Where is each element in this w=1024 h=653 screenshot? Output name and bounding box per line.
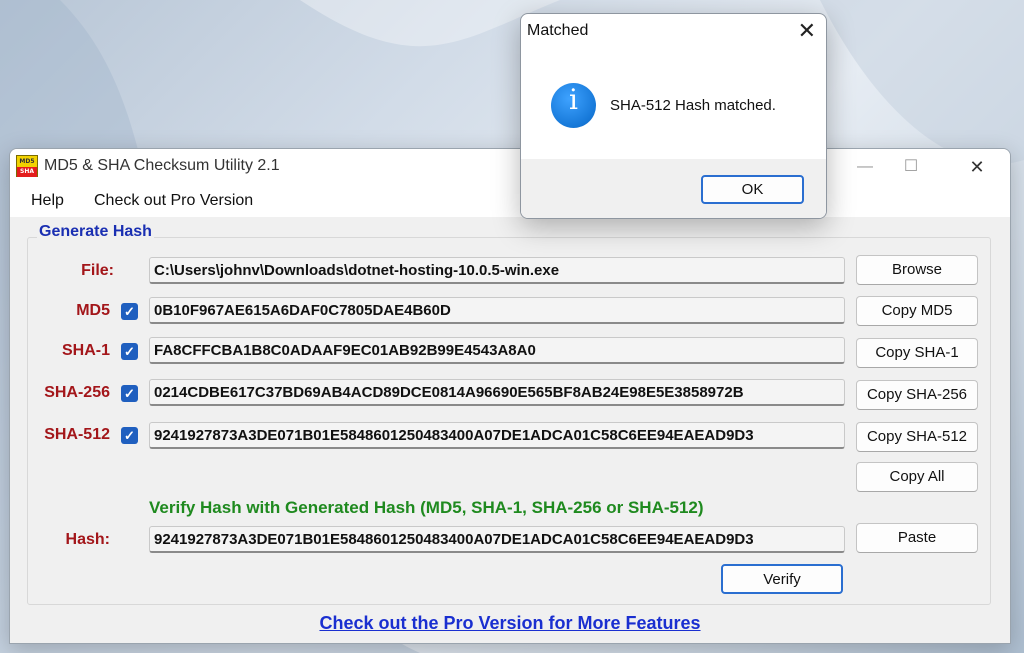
close-window-button[interactable]: ✕ [954, 149, 1000, 185]
sha512-label: SHA-512 [44, 426, 110, 443]
window-title: MD5 & SHA Checksum Utility 2.1 [44, 157, 280, 174]
md5-checkbox[interactable]: ✓ [121, 303, 138, 320]
copy-sha256-button[interactable]: Copy SHA-256 [856, 380, 978, 410]
hash-label: Hash: [65, 531, 110, 548]
copy-all-button[interactable]: Copy All [856, 462, 978, 492]
verify-hash-title: Verify Hash with Generated Hash (MD5, SH… [149, 498, 704, 517]
sha512-hash-field[interactable]: 9241927873A3DE071B01E5848601250483400A07… [149, 422, 845, 449]
copy-md5-button[interactable]: Copy MD5 [856, 296, 978, 326]
sha1-label: SHA-1 [61, 342, 110, 359]
info-icon: i [551, 83, 596, 128]
verify-hash-field[interactable]: 9241927873A3DE071B01E5848601250483400A07… [149, 526, 845, 553]
checksum-utility-window: MD5 SHA MD5 & SHA Checksum Utility 2.1 —… [9, 148, 1011, 644]
generate-hash-title: Generate Hash [37, 223, 154, 241]
title-bar[interactable]: MD5 SHA MD5 & SHA Checksum Utility 2.1 —… [10, 149, 1010, 185]
menu-check-out-pro[interactable]: Check out Pro Version [94, 192, 253, 210]
file-label: File: [81, 262, 114, 279]
sha256-label: SHA-256 [44, 384, 110, 401]
md5-label: MD5 [76, 302, 110, 319]
paste-button[interactable]: Paste [856, 523, 978, 553]
app-icon-sha-text: SHA [17, 167, 37, 177]
maximize-button[interactable]: ☐ [888, 149, 934, 185]
sha1-checkbox[interactable]: ✓ [121, 343, 138, 360]
matched-dialog: Matched ✕ i SHA-512 Hash matched. OK [520, 13, 827, 219]
ok-button[interactable]: OK [701, 175, 804, 204]
sha1-hash-field[interactable]: FA8CFFCBA1B8C0ADAAF9EC01AB92B99E4543A8A0 [149, 337, 845, 364]
browse-button[interactable]: Browse [856, 255, 978, 285]
md5-hash-field[interactable]: 0B10F967AE615A6DAF0C7805DAE4B60D [149, 297, 845, 324]
file-path-field[interactable]: C:\Users\johnv\Downloads\dotnet-hosting-… [149, 257, 845, 284]
minimize-button[interactable]: — [842, 149, 888, 185]
copy-sha512-button[interactable]: Copy SHA-512 [856, 422, 978, 452]
dialog-title: Matched [527, 22, 589, 39]
sha512-checkbox[interactable]: ✓ [121, 427, 138, 444]
dialog-footer: OK [521, 159, 826, 218]
copy-sha1-button[interactable]: Copy SHA-1 [856, 338, 978, 368]
close-icon[interactable]: ✕ [798, 18, 816, 44]
sha256-checkbox[interactable]: ✓ [121, 385, 138, 402]
menu-bar: Help Check out Pro Version [10, 185, 1010, 217]
sha256-hash-field[interactable]: 0214CDBE617C37BD69AB4ACD89DCE0814A96690E… [149, 379, 845, 406]
dialog-message: SHA-512 Hash matched. [610, 97, 776, 114]
menu-help[interactable]: Help [31, 192, 64, 210]
app-icon-md5-text: MD5 [17, 156, 37, 167]
app-icon: MD5 SHA [16, 155, 38, 177]
pro-version-link[interactable]: Check out the Pro Version for More Featu… [10, 613, 1010, 634]
verify-button[interactable]: Verify [721, 564, 843, 594]
